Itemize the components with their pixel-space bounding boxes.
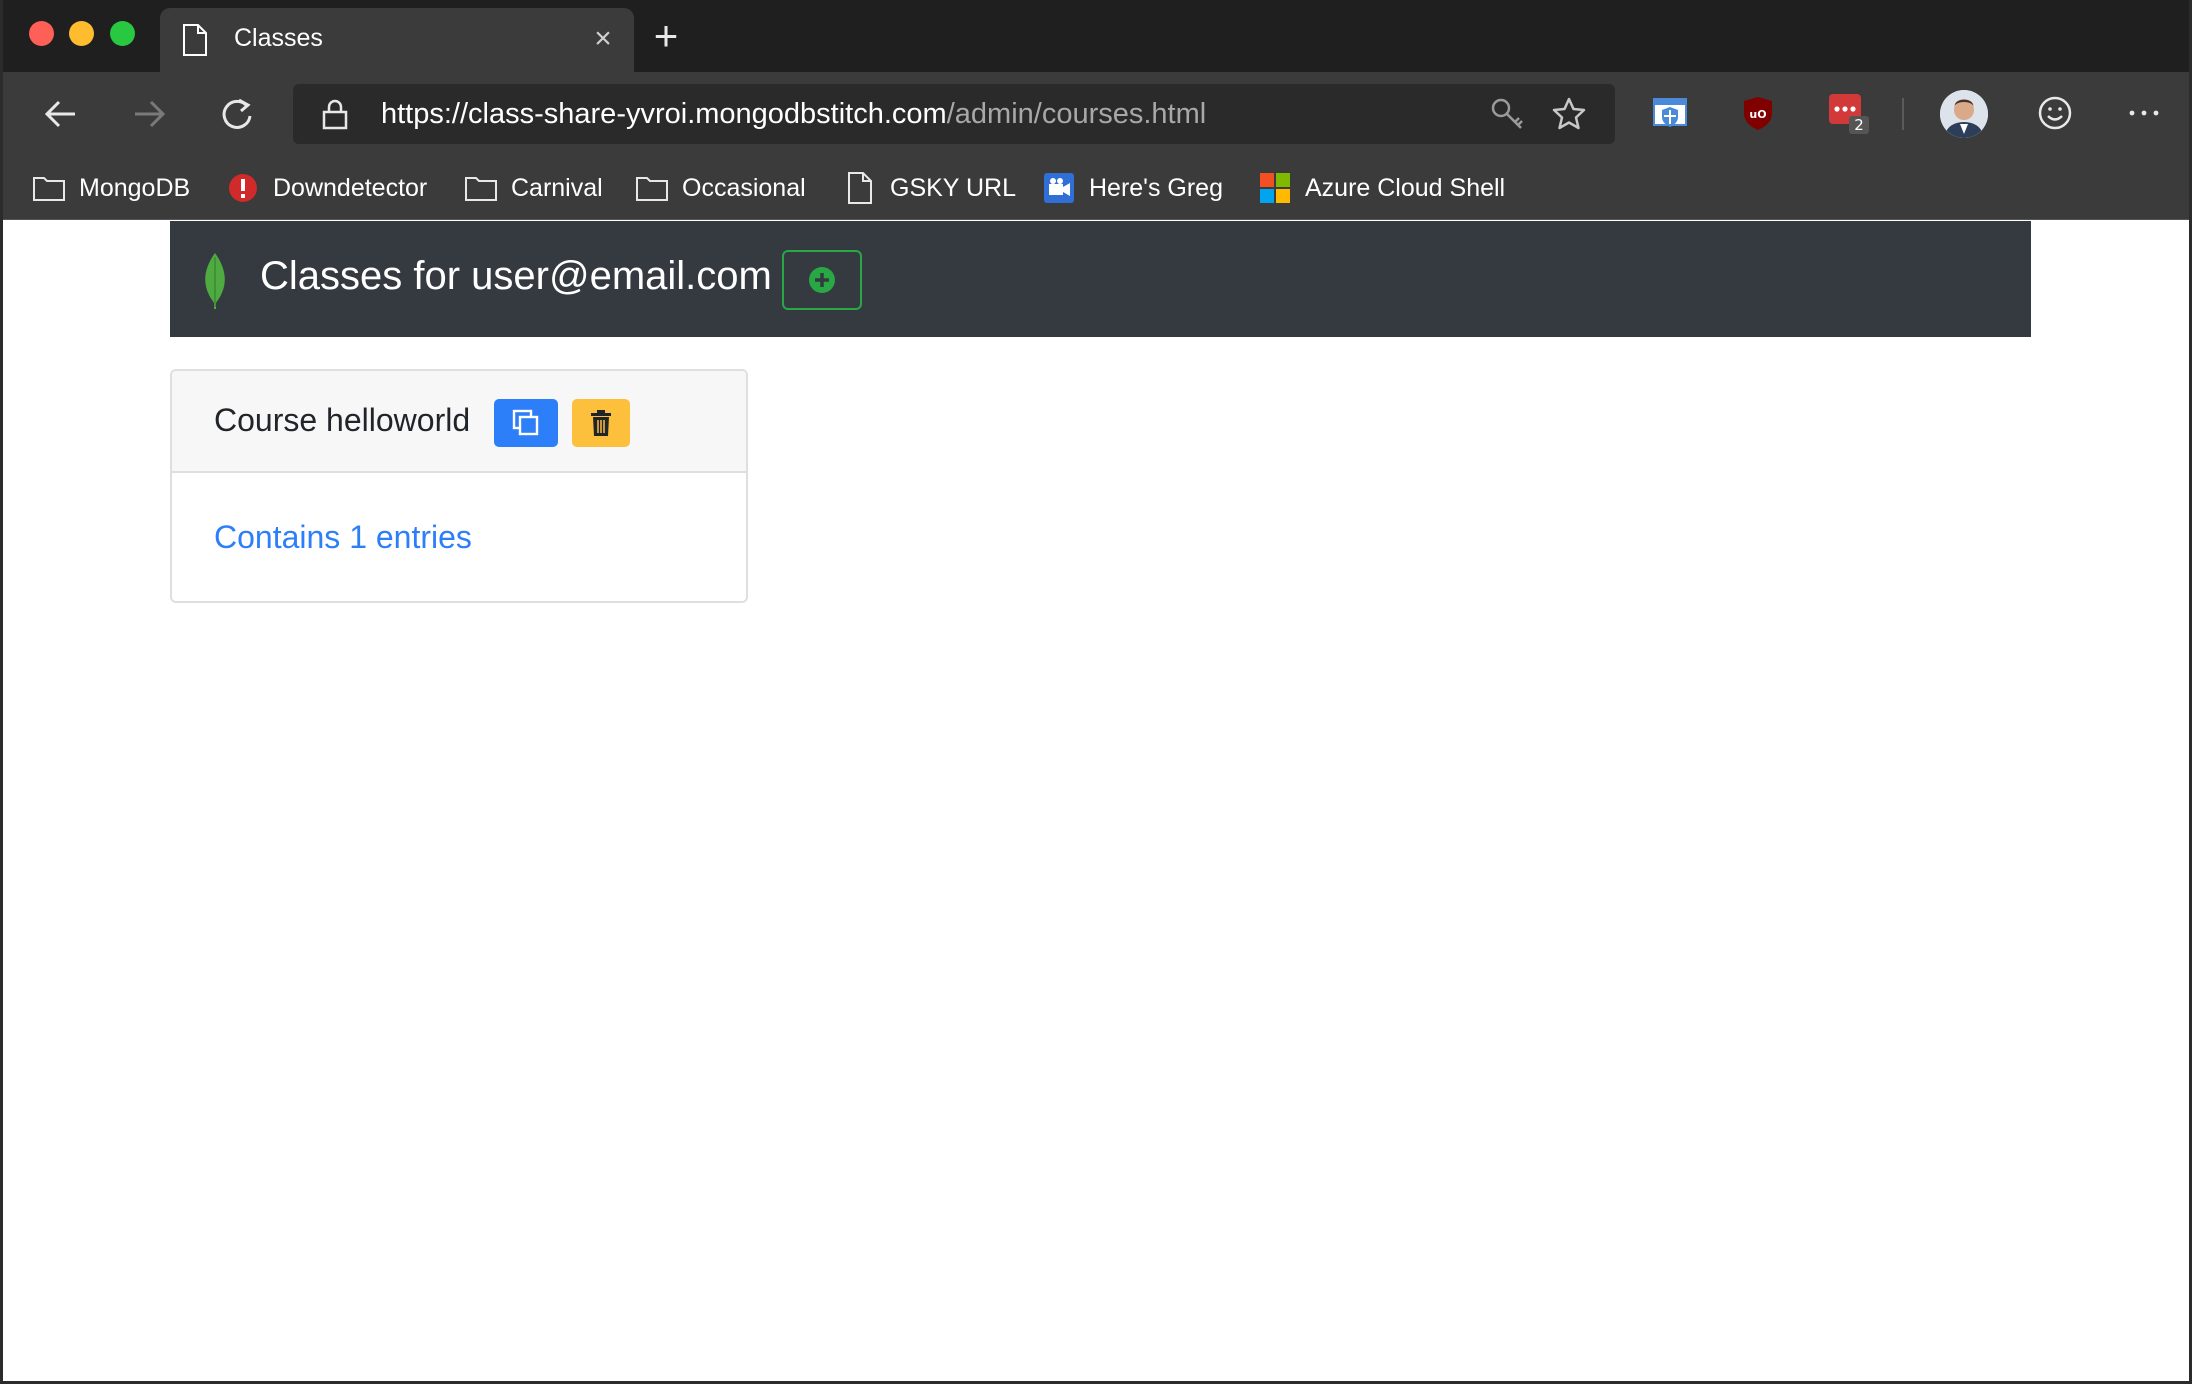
add-class-button[interactable] (782, 250, 862, 310)
feedback-button[interactable] (2032, 90, 2078, 136)
password-extension-button[interactable]: 2 (1825, 90, 1871, 136)
course-title: Course helloworld (214, 402, 471, 438)
bookmark-carnival[interactable]: Carnival (463, 166, 603, 210)
back-button[interactable] (35, 88, 87, 140)
bookmark-label: MongoDB (79, 173, 191, 202)
folder-icon (31, 170, 67, 206)
bookmark-gsky-url[interactable]: GSKY URL (842, 166, 1016, 210)
alert-icon (225, 170, 261, 206)
page-icon (183, 24, 207, 56)
shield-grid-icon (1653, 98, 1687, 127)
bookmark-label: Downdetector (273, 173, 428, 202)
forward-button[interactable] (123, 88, 175, 140)
tab-strip: Classes × + (3, 0, 2189, 72)
video-icon (1041, 170, 1077, 206)
page-title: Classes for user@email.com (260, 254, 772, 298)
microsoft-icon (1257, 170, 1293, 206)
tab-classes[interactable]: Classes × (160, 8, 634, 72)
bookmark-mongodb[interactable]: MongoDB (31, 166, 190, 210)
close-window-button[interactable] (29, 21, 54, 46)
new-tab-button[interactable]: + (648, 15, 684, 57)
extension-badge-count: 2 (1854, 116, 1864, 134)
address-bar[interactable]: https://class-share-yvroi.mongodbstitch.… (293, 84, 1615, 144)
bookmarks-bar: MongoDB Downdetector Carnival Occasional… (3, 156, 2189, 220)
bookmark-label: Occasional (682, 173, 806, 202)
close-tab-icon[interactable]: × (586, 22, 620, 56)
shield-extension-button[interactable] (1647, 90, 1693, 136)
svg-text:uO: uO (1749, 108, 1766, 121)
more-menu-button[interactable] (2121, 90, 2167, 136)
copy-icon (512, 409, 539, 436)
bookmark-azure-cloud-shell[interactable]: Azure Cloud Shell (1257, 166, 1505, 210)
ublock-extension-button[interactable]: uO (1735, 90, 1781, 136)
bookmark-label: Carnival (511, 173, 603, 202)
mongodb-leaf-icon (205, 253, 225, 309)
browser-toolbar: https://class-share-yvroi.mongodbstitch.… (3, 72, 2189, 156)
password-dots-icon: 2 (1829, 94, 1869, 134)
bookmark-downdetector[interactable]: Downdetector (225, 166, 427, 210)
url-host: https://class-share-yvroi.mongodbstitch.… (381, 98, 947, 130)
reload-icon (222, 98, 252, 129)
favorite-star-icon[interactable] (1551, 96, 1587, 132)
bookmark-label: Azure Cloud Shell (1305, 173, 1506, 202)
arrow-right-icon (135, 100, 166, 128)
trash-icon (591, 410, 611, 436)
lock-icon (322, 99, 348, 130)
folder-icon (463, 170, 499, 206)
maximize-window-button[interactable] (110, 21, 135, 46)
course-card-header: Course helloworld (172, 371, 746, 473)
url-path: /admin/courses.html (946, 98, 1207, 130)
page-icon (842, 170, 878, 206)
bookmark-occasional[interactable]: Occasional (634, 166, 806, 210)
key-icon[interactable] (1489, 96, 1525, 132)
url-text: https://class-share-yvroi.mongodbstitch.… (381, 98, 1206, 131)
folder-icon (634, 170, 670, 206)
plus-circle-icon (809, 267, 835, 293)
arrow-left-icon (44, 100, 75, 128)
course-card: Course helloworld Contains 1 entries (170, 369, 748, 603)
browser-window: Classes × + https://class-share-yvroi.mo… (0, 0, 2192, 1384)
more-dots-icon (2129, 110, 2159, 116)
app-navbar: Classes for user@email.com (170, 221, 2031, 337)
copy-course-button[interactable] (494, 399, 558, 447)
toolbar-separator (1902, 98, 1904, 130)
course-entries-link[interactable]: Contains 1 entries (214, 519, 472, 556)
person-avatar-icon (1940, 90, 1988, 138)
bookmark-heres-greg[interactable]: Here's Greg (1041, 166, 1223, 210)
profile-avatar[interactable] (1940, 90, 1988, 138)
bookmark-label: Here's Greg (1089, 173, 1223, 202)
delete-course-button[interactable] (572, 399, 630, 447)
reload-button[interactable] (211, 88, 263, 140)
minimize-window-button[interactable] (69, 21, 94, 46)
smiley-icon (2038, 96, 2072, 130)
bookmark-label: GSKY URL (890, 173, 1016, 202)
page-content: Classes for user@email.com Course hellow… (3, 221, 2189, 1381)
tab-title: Classes (234, 24, 323, 52)
ublock-icon: uO (1744, 97, 1772, 130)
